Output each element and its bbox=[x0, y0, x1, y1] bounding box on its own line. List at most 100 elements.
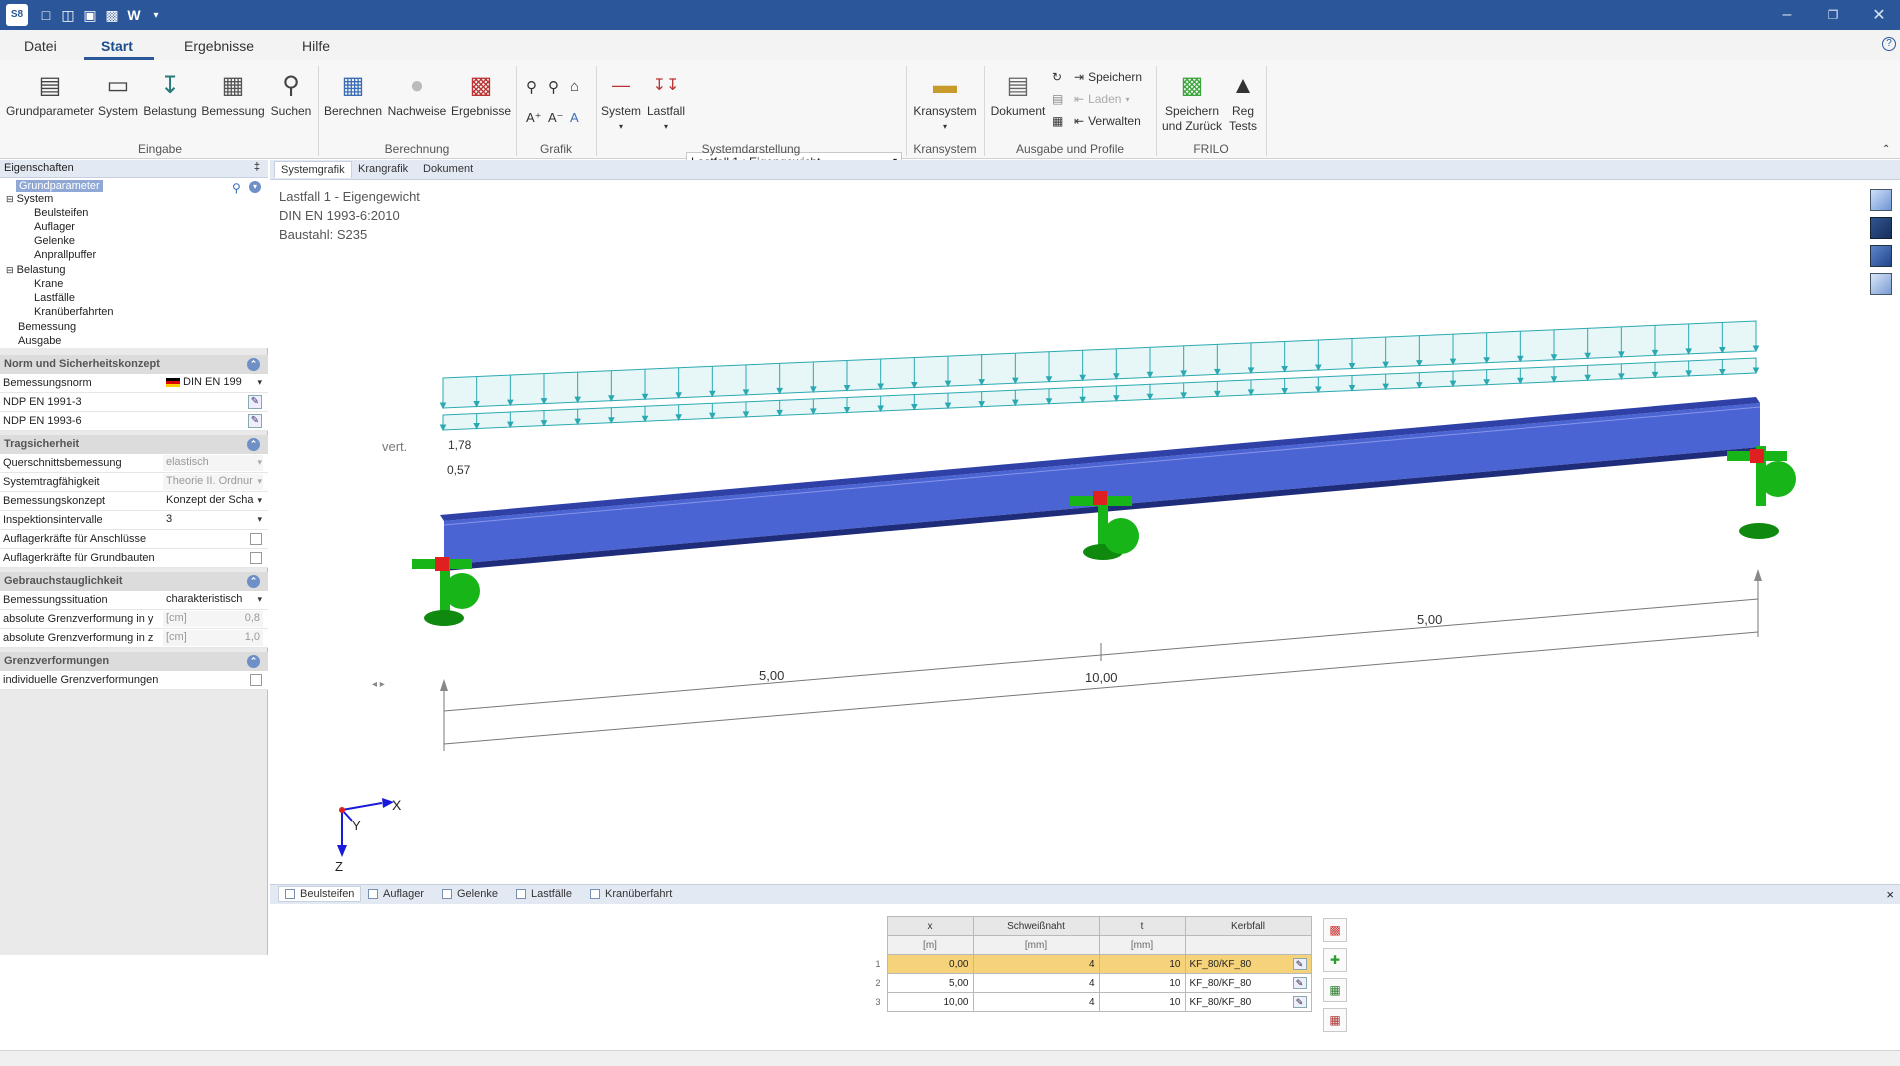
checkbox[interactable] bbox=[250, 533, 262, 545]
tab-dokument[interactable]: Dokument bbox=[423, 163, 473, 175]
manage-grid-icon[interactable]: ▦ bbox=[1052, 114, 1063, 128]
menu-datei[interactable]: Datei bbox=[24, 38, 57, 54]
inspektionsintervalle-select[interactable]: 3 bbox=[163, 512, 263, 528]
close-window-icon[interactable]: ✕ bbox=[1864, 4, 1894, 26]
cell-t[interactable]: 10 bbox=[1098, 973, 1186, 993]
pin-icon[interactable]: ‡ bbox=[254, 161, 260, 173]
table-row[interactable]: 2 5,00 4 10 KF_80/KF_80 ✎ bbox=[871, 973, 1312, 993]
edit-icon[interactable]: ✎ bbox=[1292, 996, 1307, 1008]
tree-item-bemessung[interactable]: Bemessung bbox=[18, 321, 76, 333]
view-side-icon[interactable] bbox=[1870, 245, 1892, 267]
chevron-down-icon[interactable]: ▾ bbox=[257, 495, 262, 506]
nachweise-button[interactable]: ● Nachweise bbox=[386, 70, 448, 119]
delete-row-icon[interactable]: ▦ bbox=[1323, 1008, 1347, 1032]
tab-systemgrafik[interactable]: Systemgrafik bbox=[274, 161, 352, 178]
reg-tests-button[interactable]: ▲ Reg Tests bbox=[1226, 70, 1260, 134]
tab-beulsteifen[interactable]: Beulsteifen bbox=[278, 886, 362, 902]
belastung-button[interactable]: ↧ Belastung bbox=[142, 70, 198, 119]
ergebnisse-button[interactable]: ▩ Ergebnisse bbox=[450, 70, 512, 119]
tree-item-system[interactable]: ⊟ System bbox=[6, 193, 53, 205]
zoom-in-icon[interactable]: ⚲ bbox=[526, 78, 537, 96]
section-norm[interactable]: Norm und Sicherheitskonzept ⌃ bbox=[0, 355, 268, 374]
save-icon[interactable]: ▣ bbox=[80, 5, 100, 25]
edit-icon[interactable]: ✎ bbox=[1292, 958, 1307, 970]
chevron-down-icon[interactable]: ▾ bbox=[257, 514, 262, 525]
tab-auflager[interactable]: Auflager bbox=[368, 888, 424, 900]
zoom-out-icon[interactable]: ⚲ bbox=[548, 78, 559, 96]
nav-arrows-icon[interactable]: ◂ ▸ bbox=[372, 679, 385, 690]
font-increase-icon[interactable]: A⁺ bbox=[526, 110, 542, 126]
chevron-down-icon[interactable]: ▾ bbox=[257, 457, 262, 468]
speichern-zurueck-button[interactable]: ▩ Speichern und Zurück bbox=[1160, 70, 1224, 134]
checkbox[interactable] bbox=[250, 674, 262, 686]
tree-item-belastung[interactable]: ⊟ Belastung bbox=[6, 264, 66, 276]
quick-access-dropdown-icon[interactable]: ▾ bbox=[146, 5, 166, 25]
cell-x[interactable]: 10,00 bbox=[886, 992, 974, 1012]
view-iso-icon[interactable] bbox=[1870, 273, 1892, 295]
expand-toggle-icon[interactable]: ⊟ bbox=[6, 194, 14, 204]
tree-item-anprallpuffer[interactable]: Anprallpuffer bbox=[34, 249, 96, 261]
filter-icon[interactable]: ▾ bbox=[249, 181, 261, 193]
tree-item-kranueberfahrten[interactable]: Kranüberfahrten bbox=[34, 306, 114, 318]
chevron-down-icon[interactable]: ▾ bbox=[257, 377, 262, 388]
cell-kerbfall[interactable]: KF_80/KF_80 ✎ bbox=[1184, 954, 1312, 974]
lastfall-view-button[interactable]: ↧↧ Lastfall ▾ bbox=[644, 70, 688, 134]
table-row[interactable]: 3 10,00 4 10 KF_80/KF_80 ✎ bbox=[871, 992, 1312, 1012]
new-file-icon[interactable]: □ bbox=[36, 5, 56, 25]
load-profile-icon[interactable]: ▤ bbox=[1052, 92, 1063, 106]
edit-icon[interactable]: ✎ bbox=[248, 395, 262, 409]
refresh-icon[interactable]: ↻ bbox=[1052, 70, 1062, 84]
cell-x[interactable]: 0,00 bbox=[886, 954, 974, 974]
import-icon[interactable]: ▩ bbox=[1323, 918, 1347, 942]
system-button[interactable]: ▭ System bbox=[96, 70, 140, 119]
querschnitt-select[interactable]: elastisch bbox=[163, 455, 263, 471]
tab-kranueberfahrt[interactable]: Kranüberfahrt bbox=[590, 888, 672, 900]
view-front-icon[interactable] bbox=[1870, 189, 1892, 211]
close-panel-icon[interactable]: × bbox=[1886, 887, 1894, 902]
insert-row-icon[interactable]: ▦ bbox=[1323, 978, 1347, 1002]
verwalten-button[interactable]: ⇤ Verwalten bbox=[1074, 114, 1141, 128]
laden-button[interactable]: ⇤ Laden ▾ bbox=[1074, 92, 1129, 106]
tree-item-lastfaelle[interactable]: Lastfälle bbox=[34, 292, 75, 304]
cell-kerbfall[interactable]: KF_80/KF_80 ✎ bbox=[1184, 973, 1312, 993]
grenzverformung-y-field[interactable]: [cm] 0,8 bbox=[163, 611, 263, 627]
grenzverformung-z-field[interactable]: [cm] 1,0 bbox=[163, 630, 263, 646]
home-view-icon[interactable]: ⌂ bbox=[570, 78, 579, 95]
graphics-canvas[interactable]: Lastfall 1 - Eigengewicht DIN EN 1993-6:… bbox=[270, 181, 1900, 881]
collapse-icon[interactable]: ⌃ bbox=[247, 575, 260, 588]
bemessung-button[interactable]: ▦ Bemessung bbox=[200, 70, 266, 119]
speichern-button[interactable]: ⇥ Speichern bbox=[1074, 70, 1142, 84]
chevron-down-icon[interactable]: ▾ bbox=[257, 594, 262, 605]
cell-t[interactable]: 10 bbox=[1098, 992, 1186, 1012]
print-icon[interactable]: ▩ bbox=[102, 5, 122, 25]
section-grenzverformungen[interactable]: Grenzverformungen ⌃ bbox=[0, 652, 268, 671]
checkbox[interactable] bbox=[250, 552, 262, 564]
collapse-icon[interactable]: ⌃ bbox=[247, 358, 260, 371]
table-row[interactable]: 1 0,00 4 10 KF_80/KF_80 ✎ bbox=[871, 954, 1312, 974]
grundparameter-button[interactable]: ▤ Grundparameter bbox=[4, 70, 96, 119]
tab-gelenke[interactable]: Gelenke bbox=[442, 888, 498, 900]
cell-schweissnaht[interactable]: 4 bbox=[972, 954, 1100, 974]
system-view-button[interactable]: — System ▾ bbox=[598, 70, 644, 134]
systemtragfaehigkeit-select[interactable]: Theorie II. Ordnur bbox=[163, 474, 263, 490]
bemessungskonzept-select[interactable]: Konzept der Scha bbox=[163, 493, 263, 509]
bemessungssituation-select[interactable]: charakteristisch bbox=[163, 592, 263, 608]
menu-hilfe[interactable]: Hilfe bbox=[302, 38, 330, 54]
collapse-icon[interactable]: ⌃ bbox=[247, 438, 260, 451]
open-folder-icon[interactable]: ◫ bbox=[58, 5, 78, 25]
tree-item-gelenke[interactable]: Gelenke bbox=[34, 235, 75, 247]
search-icon[interactable]: ⚲ bbox=[232, 181, 241, 195]
cell-x[interactable]: 5,00 bbox=[886, 973, 974, 993]
minimize-icon[interactable]: – bbox=[1772, 4, 1802, 26]
menu-start[interactable]: Start bbox=[101, 38, 133, 54]
tab-lastfaelle[interactable]: Lastfälle bbox=[516, 888, 572, 900]
suchen-button[interactable]: ⚲ Suchen bbox=[268, 70, 314, 119]
berechnen-button[interactable]: ▦ Berechnen bbox=[322, 70, 384, 119]
tree-item-krane[interactable]: Krane bbox=[34, 278, 63, 290]
restore-icon[interactable]: ❐ bbox=[1818, 4, 1848, 26]
kransystem-button[interactable]: ▬ Kransystem ▾ bbox=[910, 70, 980, 134]
tree-item-grundparameter[interactable]: Grundparameter bbox=[16, 180, 103, 192]
view-top-icon[interactable] bbox=[1870, 217, 1892, 239]
tab-krangrafik[interactable]: Krangrafik bbox=[358, 163, 408, 175]
add-row-icon[interactable]: ✚ bbox=[1323, 948, 1347, 972]
